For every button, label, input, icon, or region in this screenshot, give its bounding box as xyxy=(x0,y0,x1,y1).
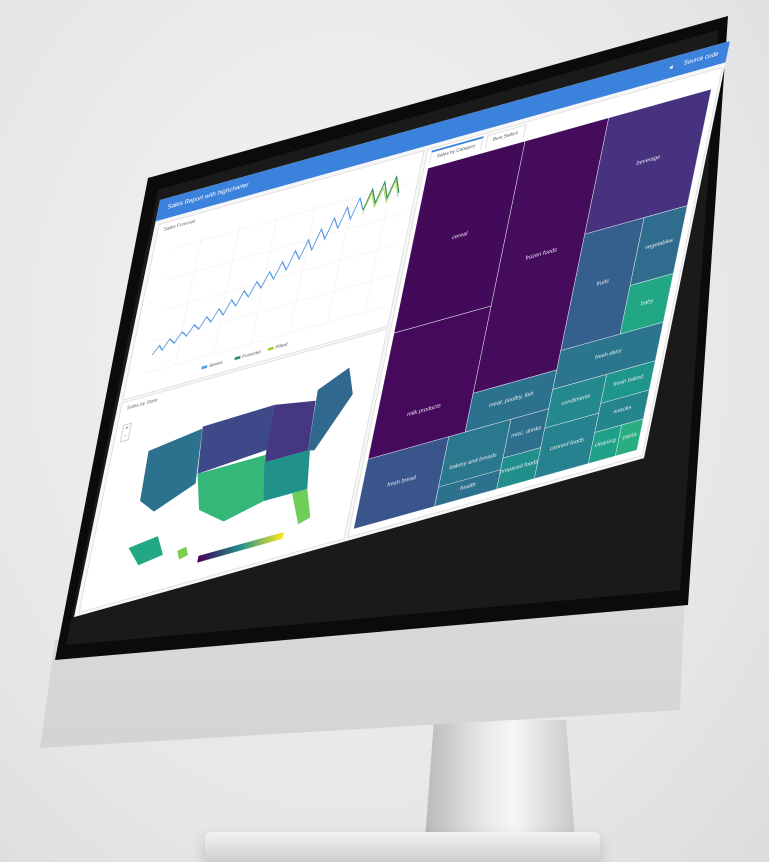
legend-fitted: Fitted xyxy=(275,342,288,351)
forecast-line[interactable] xyxy=(362,175,402,211)
legend-series: Series xyxy=(208,360,223,370)
fitted-line[interactable] xyxy=(361,179,401,215)
map-alaska xyxy=(128,536,163,566)
map-west xyxy=(140,428,203,512)
share-icon[interactable]: ◂ xyxy=(668,62,674,72)
map-color-scale xyxy=(197,531,285,563)
source-code-link[interactable]: Source code xyxy=(683,50,719,66)
series-line[interactable] xyxy=(151,196,366,356)
map-hawaii xyxy=(177,546,188,560)
map-midwest xyxy=(264,400,316,463)
desktop-background: Sales Report with highcharter ◂ Source c… xyxy=(0,0,769,862)
legend-forecast: Forecast xyxy=(242,349,262,360)
monitor: Sales Report with highcharter ◂ Source c… xyxy=(0,0,769,862)
